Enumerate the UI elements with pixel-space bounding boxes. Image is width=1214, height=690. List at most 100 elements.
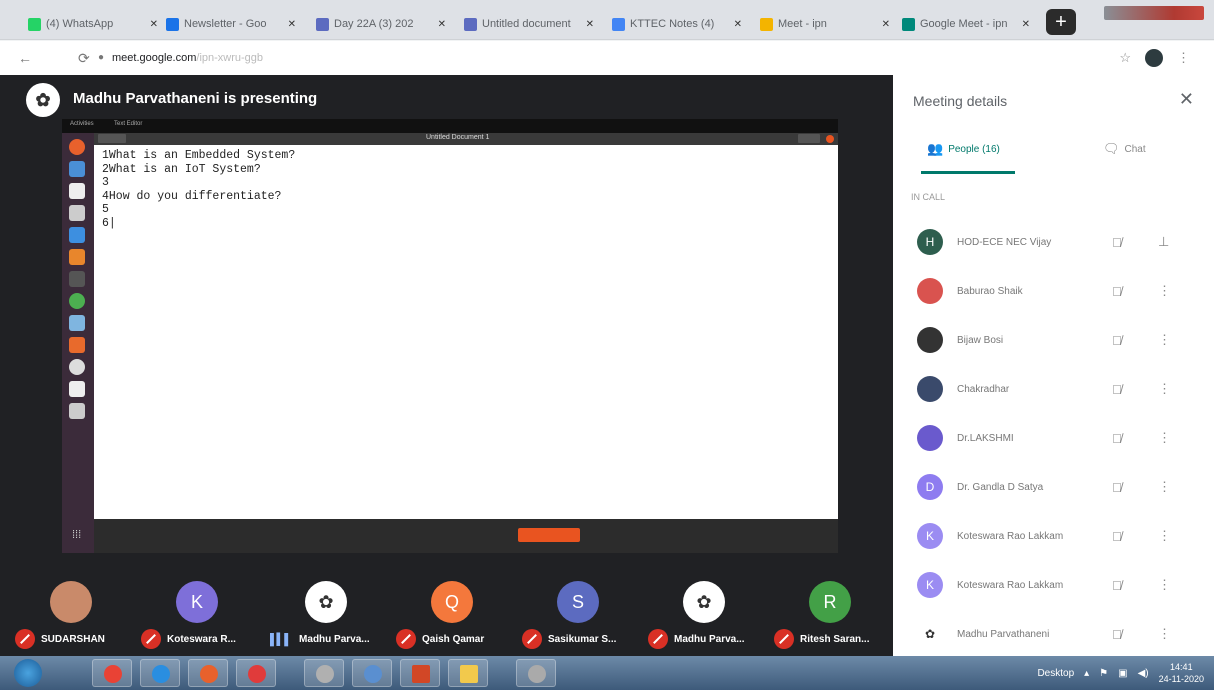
start-button[interactable] <box>14 659 42 687</box>
mic-off-icon: 🎙̸ <box>1112 528 1122 544</box>
participant-row[interactable]: K Koteswara Rao Lakkam 🎙̸ ⋮ <box>893 561 1214 609</box>
tab-close-icon[interactable]: ✕ <box>1016 19 1030 30</box>
participant-row[interactable]: H HOD-ECE NEC Vijay 🎙̸ ⊥ <box>893 218 1214 266</box>
tab-close-icon[interactable]: ✕ <box>432 19 446 30</box>
volume-icon[interactable]: ◀) <box>1138 668 1149 679</box>
participant-tile-avatar[interactable]: Q <box>431 581 473 623</box>
mic-off-icon: 🎙̸ <box>1112 577 1122 593</box>
participant-name: Chakradhar <box>957 383 1010 395</box>
pin-icon[interactable]: ⊥ <box>1158 234 1169 250</box>
kebab-menu-icon[interactable]: ⋮ <box>1177 50 1190 66</box>
participant-row[interactable]: Bijaw Bosi 🎙̸ ⋮ <box>893 316 1214 364</box>
firefox-icon <box>69 139 85 155</box>
network-taskbar-icon[interactable] <box>352 659 392 687</box>
clock[interactable]: 14:41 24-11-2020 <box>1159 661 1204 685</box>
writer-icon <box>69 227 85 243</box>
profile-avatar[interactable] <box>1145 49 1163 67</box>
tray-arrow-icon[interactable]: ▴ <box>1084 668 1089 679</box>
panel-title: Meeting details <box>913 93 1008 109</box>
tab-close-icon[interactable]: ✕ <box>728 19 742 30</box>
mic-off-icon <box>522 629 542 649</box>
participant-avatar <box>917 376 943 402</box>
media-taskbar-icon[interactable] <box>304 659 344 687</box>
participant-avatar: H <box>917 229 943 255</box>
close-icon[interactable]: ✕ <box>1179 89 1194 110</box>
windows-taskbar: Desktop ▴ ⚑ ▣ ◀) 14:41 24-11-2020 <box>0 656 1214 690</box>
browser-tab[interactable]: Day 22A (3) 202 ✕ <box>310 8 452 40</box>
powerpoint-taskbar-icon[interactable] <box>400 659 440 687</box>
participant-name: Qaish Qamar <box>422 633 485 645</box>
browser-tab[interactable]: Google Meet - ipn ✕ <box>896 8 1036 40</box>
browser-tab[interactable]: Meet - ipn ✕ <box>754 8 896 40</box>
url-field[interactable]: meet.google.com/ipn-xwru-ggb <box>112 52 263 64</box>
browser-tab[interactable]: Untitled document ✕ <box>458 8 600 40</box>
app-taskbar-icon[interactable] <box>516 659 556 687</box>
participant-tile-avatar[interactable]: ✿ <box>305 581 347 623</box>
editor-line: 5 <box>102 203 109 216</box>
desktop-label[interactable]: Desktop <box>1037 668 1074 679</box>
more-options-icon[interactable]: ⋮ <box>1158 430 1171 446</box>
tab-close-icon[interactable]: ✕ <box>144 19 158 30</box>
more-options-icon[interactable]: ⋮ <box>1158 577 1171 593</box>
more-options-icon[interactable]: ⋮ <box>1158 332 1171 348</box>
firefox-taskbar-icon[interactable] <box>188 659 228 687</box>
participant-name: Baburao Shaik <box>957 285 1023 297</box>
participant-row[interactable]: Baburao Shaik 🎙̸ ⋮ <box>893 267 1214 315</box>
tab-label: Day 22A (3) 202 <box>334 18 414 30</box>
editor-line: 6| <box>102 216 116 230</box>
window-controls[interactable] <box>1104 6 1204 20</box>
new-tab-button[interactable]: + <box>1046 9 1076 35</box>
trash-icon <box>69 403 85 419</box>
chrome-taskbar-icon[interactable] <box>92 659 132 687</box>
url-path: /ipn-xwru-ggb <box>196 52 264 64</box>
tab-label: (4) WhatsApp <box>46 18 114 30</box>
ie-taskbar-icon[interactable] <box>140 659 180 687</box>
more-options-icon[interactable]: ⋮ <box>1158 283 1171 299</box>
tab-close-icon[interactable]: ✕ <box>580 19 594 30</box>
flag-icon[interactable]: ⚑ <box>1099 668 1108 679</box>
back-arrow-icon[interactable]: ← <box>18 50 32 66</box>
mic-off-icon <box>396 629 416 649</box>
participant-row[interactable]: D Dr. Gandla D Satya 🎙̸ ⋮ <box>893 463 1214 511</box>
speaking-indicator-icon: ▌▍▌ <box>270 633 292 646</box>
more-options-icon[interactable]: ⋮ <box>1158 479 1171 495</box>
participant-tile-avatar[interactable]: ✿ <box>683 581 725 623</box>
explorer-taskbar-icon[interactable] <box>448 659 488 687</box>
tab-close-icon[interactable]: ✕ <box>282 19 296 30</box>
meeting-details-panel: Meeting details ✕ 👥 People (16) 🗨 Chat I… <box>893 75 1214 656</box>
browser-tab[interactable]: KTTEC Notes (4) ✕ <box>606 8 748 40</box>
chrome-icon <box>69 293 85 309</box>
network-icon[interactable]: ▣ <box>1118 668 1127 679</box>
thunderbird-icon <box>69 161 85 177</box>
browser-tab[interactable]: (4) WhatsApp ✕ <box>22 8 164 40</box>
tab-people[interactable]: 👥 People (16) <box>927 141 1000 157</box>
shared-menu-text-editor: Text Editor <box>114 121 143 127</box>
participant-name: HOD-ECE NEC Vijay <box>957 236 1052 248</box>
shared-screen: Activities Text Editor ⁞⁞⁞ Untitled Docu… <box>62 119 838 553</box>
more-options-icon[interactable]: ⋮ <box>1158 528 1171 544</box>
more-options-icon[interactable]: ⋮ <box>1158 626 1171 642</box>
star-icon[interactable]: ☆ <box>1119 50 1131 66</box>
reload-icon[interactable]: ⟳ <box>78 50 90 67</box>
participant-tile-avatar[interactable]: R <box>809 581 851 623</box>
tab-favicon-icon <box>166 17 179 31</box>
participant-name: Koteswara R... <box>167 633 236 645</box>
browser-tab[interactable]: Newsletter - Goo ✕ <box>160 8 302 40</box>
tab-label: Newsletter - Goo <box>184 18 267 30</box>
participant-tile-avatar[interactable] <box>50 581 92 623</box>
participant-row[interactable]: ✿ Madhu Parvathaneni 🎙̸ ⋮ <box>893 610 1214 658</box>
participant-tile-avatar[interactable]: K <box>176 581 218 623</box>
participant-tile-avatar[interactable]: S <box>557 581 599 623</box>
more-options-icon[interactable]: ⋮ <box>1158 381 1171 397</box>
participant-row[interactable]: K Koteswara Rao Lakkam 🎙̸ ⋮ <box>893 512 1214 560</box>
tab-chat[interactable]: 🗨 Chat <box>1103 141 1146 157</box>
participant-row[interactable]: Dr.LAKSHMI 🎙̸ ⋮ <box>893 414 1214 462</box>
participant-row[interactable]: Chakradhar 🎙̸ ⋮ <box>893 365 1214 413</box>
text-editor-icon <box>69 381 85 397</box>
clock-time: 14:41 <box>1170 662 1193 672</box>
tab-close-icon[interactable]: ✕ <box>876 19 890 30</box>
participant-tile-name: ▌▍▌ Madhu Parva... <box>270 628 370 650</box>
shared-open-button <box>98 134 126 143</box>
opera-taskbar-icon[interactable] <box>236 659 276 687</box>
shared-save-button <box>798 134 820 143</box>
